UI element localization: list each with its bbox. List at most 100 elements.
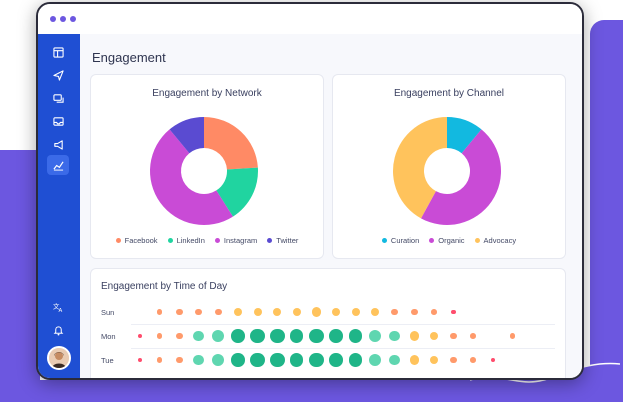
heat-bubble[interactable] [250, 328, 265, 344]
megaphone-icon[interactable] [47, 134, 69, 154]
heat-bubble[interactable] [290, 353, 304, 367]
legend-dot [214, 238, 220, 243]
heat-bubble[interactable] [371, 307, 380, 317]
app-window: 文A Engagement Engagement by Network Face… [36, 2, 584, 380]
main-content: Engagement Engagement by Network Faceboo… [80, 34, 582, 378]
heat-bubble[interactable] [292, 307, 301, 317]
send-icon[interactable] [47, 65, 69, 85]
heat-bubble[interactable] [450, 356, 458, 364]
heat-bubble[interactable] [369, 329, 382, 343]
legend-label: Organic [438, 236, 465, 245]
heat-bubble[interactable] [429, 355, 439, 365]
legend-item-facebook[interactable]: Facebook [115, 236, 158, 245]
heat-bubble[interactable] [137, 357, 143, 363]
network-chart-card: Engagement by Network Facebook LinkedIn … [90, 74, 324, 259]
legend-item-twitter[interactable]: Twitter [267, 236, 298, 245]
slice-facebook[interactable] [204, 117, 258, 170]
time-of-day-title: Engagement by Time of Day [101, 281, 228, 292]
heat-bubble[interactable] [331, 307, 341, 317]
heat-bubble[interactable] [348, 329, 363, 343]
heat-bubble[interactable] [410, 308, 418, 316]
heat-bubble[interactable] [429, 331, 439, 341]
heat-bubble[interactable] [231, 329, 245, 343]
heat-bubble[interactable] [348, 353, 363, 367]
heat-bubble[interactable] [389, 354, 401, 366]
svg-text:A: A [58, 308, 62, 313]
legend-label: Twitter [276, 236, 299, 245]
heat-bubble[interactable] [175, 332, 183, 340]
heat-bubble[interactable] [156, 333, 163, 339]
legend-label: Facebook [124, 236, 158, 245]
legend-dot [429, 238, 435, 243]
translate-icon[interactable]: 文A [47, 297, 69, 317]
heat-bubble[interactable] [509, 333, 516, 339]
heat-bubble[interactable] [212, 329, 225, 343]
layout-icon[interactable] [47, 42, 69, 62]
heat-bubble[interactable] [231, 353, 245, 367]
heat-bubble[interactable] [193, 354, 205, 366]
heat-bubble[interactable] [193, 330, 205, 342]
heat-bubble[interactable] [431, 309, 437, 315]
legend-item-curation[interactable]: Curation [381, 236, 420, 245]
window-dot[interactable] [60, 16, 66, 22]
heat-bubble[interactable] [329, 353, 343, 367]
legend-dot [381, 238, 387, 243]
heat-bubble[interactable] [451, 309, 456, 315]
heat-bubble[interactable] [309, 328, 324, 344]
legend-item-linkedin[interactable]: LinkedIn [167, 236, 205, 245]
chat-icon[interactable] [47, 88, 69, 108]
analytics-icon[interactable] [47, 155, 69, 175]
heat-bubble[interactable] [369, 353, 382, 367]
inbox-icon[interactable] [47, 111, 69, 131]
heat-bubble[interactable] [214, 308, 222, 316]
heat-bubble[interactable] [156, 309, 163, 315]
bell-icon[interactable] [47, 320, 69, 340]
sidebar: 文A [38, 34, 80, 378]
row-label-mon: Mon [101, 332, 116, 341]
heat-bubble[interactable] [470, 333, 476, 339]
channel-chart-card: Engagement by Channel Curation Organic A… [332, 74, 566, 259]
window-dot[interactable] [70, 16, 76, 22]
heat-bubble[interactable] [490, 357, 495, 363]
heat-bubble[interactable] [250, 352, 265, 368]
heat-bubble[interactable] [175, 308, 183, 316]
heat-bubble[interactable] [195, 308, 203, 316]
page-title: Engagement [92, 50, 166, 65]
heat-bubble[interactable] [156, 357, 163, 363]
time-of-day-card: Engagement by Time of Day Sun Mon Tue [90, 268, 566, 378]
heat-bubble[interactable] [409, 331, 420, 341]
heat-bubble[interactable] [391, 308, 399, 316]
legend-item-instagram[interactable]: Instagram [214, 236, 257, 245]
heat-bubble[interactable] [233, 307, 243, 317]
network-legend: Facebook LinkedIn Instagram Twitter [91, 236, 323, 245]
window-titlebar [38, 4, 582, 35]
legend-label: Curation [390, 236, 420, 245]
legend-item-organic[interactable]: Organic [429, 236, 465, 245]
legend-dot [267, 238, 273, 243]
heat-bubble[interactable] [311, 307, 322, 317]
heat-bubble[interactable] [269, 352, 285, 368]
heat-bubble[interactable] [137, 333, 143, 339]
heat-bubble[interactable] [351, 307, 360, 317]
heat-bubble[interactable] [470, 357, 476, 363]
heat-bubble[interactable] [329, 329, 343, 343]
heat-bubble[interactable] [212, 353, 225, 367]
legend-label: Advocacy [483, 236, 517, 245]
heat-bubble[interactable] [175, 356, 183, 364]
legend-label: LinkedIn [176, 236, 205, 245]
legend-item-advocacy[interactable]: Advocacy [474, 236, 517, 245]
network-chart-title: Engagement by Network [152, 88, 262, 99]
legend-dot [115, 238, 121, 243]
heat-bubble[interactable] [253, 307, 262, 317]
heat-bubble[interactable] [409, 355, 420, 365]
window-dot[interactable] [50, 16, 56, 22]
heat-bubble[interactable] [450, 332, 458, 340]
heat-bubble[interactable] [389, 330, 401, 342]
channel-donut-chart [393, 117, 502, 226]
avatar[interactable] [47, 346, 71, 370]
heat-bubble[interactable] [273, 307, 282, 317]
row-divider [131, 348, 555, 349]
heat-bubble[interactable] [269, 328, 285, 344]
heat-bubble[interactable] [290, 329, 304, 343]
heat-bubble[interactable] [309, 352, 324, 368]
